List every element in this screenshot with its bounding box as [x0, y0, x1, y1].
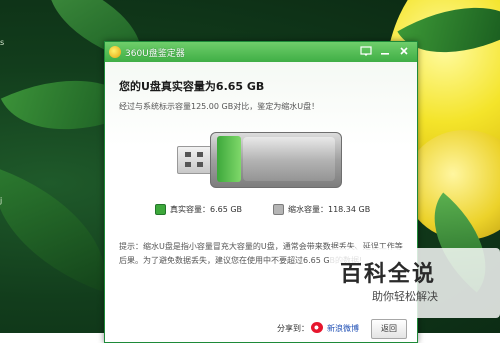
usb-drive-graphic — [177, 132, 347, 194]
share-label: 分享到： — [277, 324, 309, 333]
real-capacity-swatch — [155, 204, 166, 215]
app-logo-icon — [109, 46, 121, 58]
watermark-subtitle: 助你轻松解决 — [372, 290, 438, 303]
shrink-capacity-swatch — [273, 204, 284, 215]
share-weibo-link[interactable]: 新浪微博 — [327, 323, 359, 334]
desktop-icon-label[interactable]: s — [0, 38, 4, 47]
close-icon[interactable] — [397, 45, 411, 59]
real-capacity-fill — [217, 136, 241, 182]
menu-icon[interactable] — [359, 45, 373, 59]
back-button[interactable]: 返回 — [371, 319, 407, 339]
shrink-capacity-label: 缩水容量：118.34 GB — [288, 205, 371, 214]
title-bar[interactable]: 360U盘鉴定器 — [105, 42, 417, 62]
watermark-title: 百科全说 — [340, 262, 437, 287]
weibo-icon[interactable] — [311, 322, 323, 333]
shrink-capacity-area — [243, 137, 335, 181]
verdict-text: 经过与系统标示容量125.00 GB对比，鉴定为缩水U盘！ — [119, 102, 320, 111]
watermark-logo: 百科全说 助你轻松解决 — [330, 248, 500, 318]
legend-shrink-capacity: 缩水容量：118.34 GB — [273, 204, 370, 215]
dialog-footer: 分享到： 新浪微博 返回 — [105, 316, 417, 342]
usb-plug — [177, 146, 213, 174]
desktop-icon-label[interactable]: j — [0, 196, 2, 205]
capacity-headline: 您的U盘真实容量为6.65 GB — [119, 80, 265, 93]
minimize-icon[interactable] — [378, 45, 392, 59]
legend-real-capacity: 真实容量：6.65 GB — [155, 204, 242, 215]
real-capacity-label: 真实容量：6.65 GB — [170, 205, 243, 214]
window-title: 360U盘鉴定器 — [125, 49, 185, 59]
